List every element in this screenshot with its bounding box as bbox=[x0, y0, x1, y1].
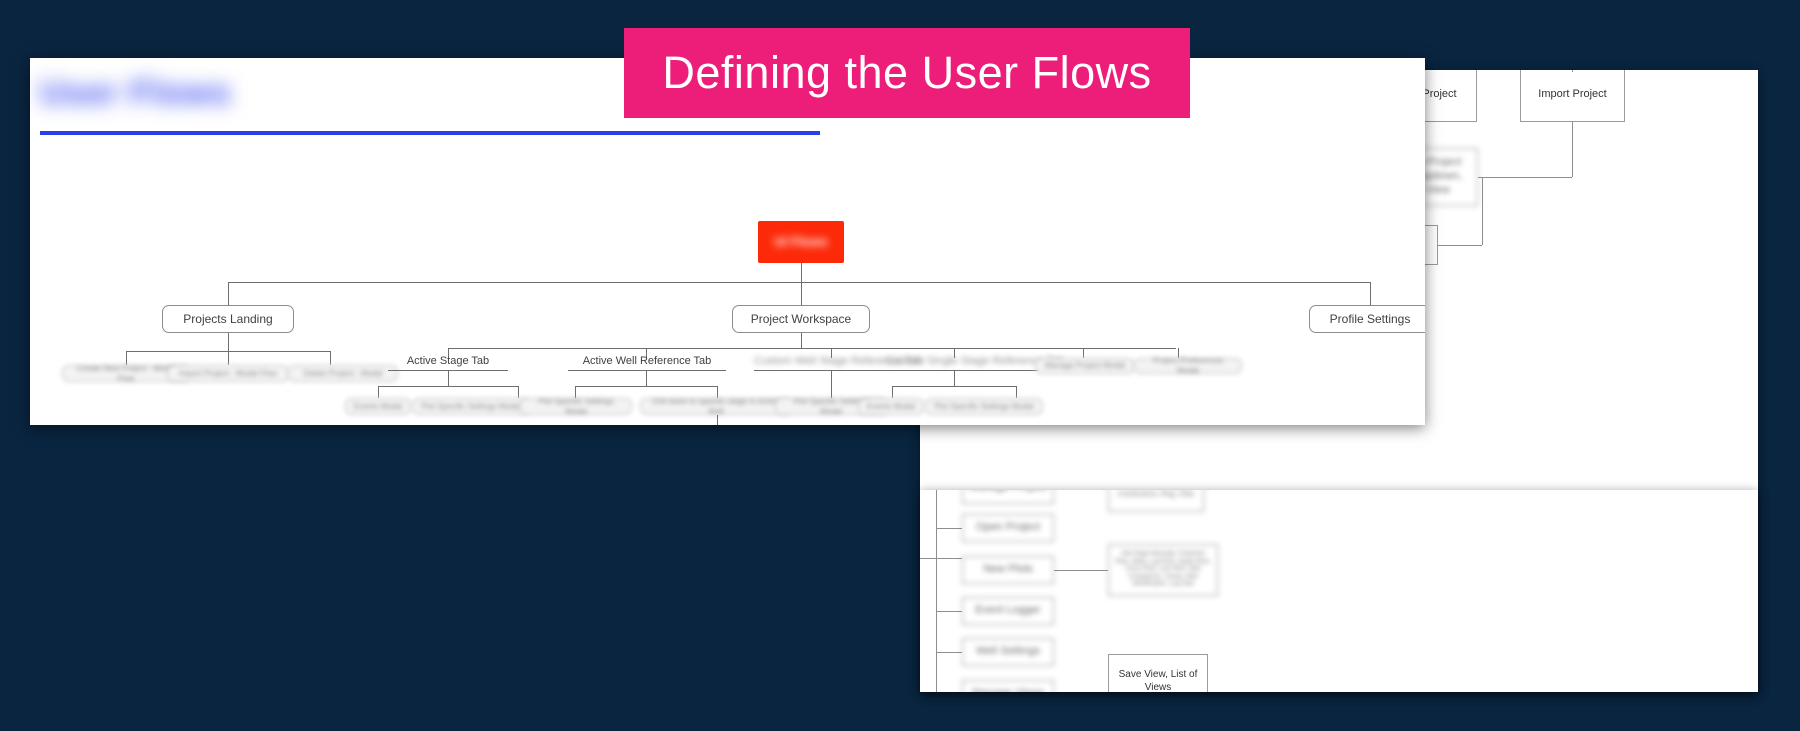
flow-connector bbox=[954, 370, 955, 386]
flow-tab-custom-well-stage-reference[interactable]: Custom Well Stage Reference Tab bbox=[754, 355, 922, 367]
bg-node-well-settings[interactable]: Well Settings bbox=[962, 638, 1054, 666]
bg-node-label: Save View, List of Views bbox=[1118, 669, 1198, 692]
bg-node-new-plots[interactable]: New Plots bbox=[962, 556, 1054, 584]
bg-node-open-project[interactable]: Open Project bbox=[962, 514, 1054, 542]
flow-connector bbox=[228, 282, 229, 305]
flow-node-projects-landing[interactable]: Projects Landing bbox=[162, 305, 294, 333]
document-heading: User Flows bbox=[40, 74, 232, 112]
flow-node-label: Events Modal bbox=[866, 401, 916, 411]
flow-connector bbox=[646, 370, 647, 386]
flow-node-label: Projects Landing bbox=[183, 311, 273, 326]
bg-connector bbox=[1478, 177, 1572, 178]
bg-node-label: Open Project bbox=[975, 521, 1041, 534]
flow-tab-active-well-reference[interactable]: Active Well Reference Tab bbox=[568, 355, 726, 367]
flow-connector bbox=[568, 370, 726, 371]
bg-node-manage-project[interactable]: Manage Project bbox=[962, 490, 1054, 504]
screenshot-stage: Open Project Import Project Select a Pro… bbox=[0, 0, 1800, 731]
flow-connector bbox=[228, 351, 229, 365]
bg-connector bbox=[1054, 570, 1108, 571]
bg-node-label: Login Name, Manage Connections, Plug, Un… bbox=[1117, 491, 1195, 498]
bg-connector bbox=[936, 490, 937, 692]
flow-node-label: Profile Settings bbox=[1329, 311, 1411, 326]
flow-connector bbox=[892, 386, 1016, 387]
flow-connector bbox=[228, 333, 229, 351]
flow-node-label: Project Preferences Modal bbox=[1152, 356, 1224, 375]
flow-connector bbox=[378, 386, 379, 398]
flow-node-plot-settings-modal-custom-single[interactable]: Plot Specific Settings Modal bbox=[925, 398, 1043, 415]
bg-node-save-view[interactable]: Save View, List of Views bbox=[1108, 654, 1208, 692]
flow-node-label: Import Project - Modal Flow bbox=[179, 368, 277, 378]
flow-connector bbox=[448, 348, 1176, 349]
flow-node-label: Events Modal bbox=[353, 401, 403, 411]
flow-connector bbox=[831, 370, 832, 398]
flow-connector bbox=[228, 282, 1370, 283]
flow-connector bbox=[892, 386, 893, 398]
slide-title-text: Defining the User Flows bbox=[662, 47, 1152, 98]
bg-node-label: New Plots bbox=[983, 563, 1033, 576]
flow-tab-label: Active Stage Tab bbox=[406, 355, 490, 367]
bg-connector bbox=[1482, 177, 1483, 245]
flow-node-label: Project Workspace bbox=[750, 311, 852, 326]
flow-tab-custom-single-stage-reference[interactable]: Custom Single Stage Reference Tab bbox=[886, 355, 1064, 367]
flow-node-manage-project-modal[interactable]: Manage Project Modal bbox=[1035, 358, 1135, 374]
flow-node-plot-settings-modal-stage[interactable]: Plot Specific Settings Modal bbox=[412, 398, 530, 415]
flow-connector bbox=[518, 386, 519, 398]
flow-node-plot-settings-modal-well[interactable]: Plot Specific Settings Modal bbox=[520, 396, 632, 416]
title-underline-rule bbox=[40, 131, 820, 135]
flow-node-label: Create New Project - Modal Flow bbox=[76, 363, 176, 383]
bg-connector bbox=[1572, 70, 1573, 72]
flow-node-delete-project[interactable]: Delete Project - Modal bbox=[288, 365, 398, 382]
flow-connector bbox=[886, 370, 1038, 371]
flow-node-drill-down-stage[interactable]: Drill down to specific stage in Active W… bbox=[640, 396, 792, 416]
flow-connector bbox=[126, 351, 127, 365]
flow-node-events-modal-custom-single[interactable]: Events Modal bbox=[858, 398, 924, 415]
flow-root-node[interactable]: UI Flows bbox=[758, 221, 844, 263]
flow-connector bbox=[801, 282, 802, 305]
flow-node-project-preferences-modal[interactable]: Project Preferences Modal bbox=[1134, 356, 1242, 375]
flow-connector bbox=[330, 351, 331, 365]
bg-node-login-info: Login Name, Manage Connections, Plug, Un… bbox=[1108, 490, 1204, 512]
bg-connector bbox=[1438, 245, 1482, 246]
flow-connector bbox=[801, 263, 802, 282]
flow-tab-label: Active Well Reference Tab bbox=[582, 355, 712, 367]
flow-root-label: UI Flows bbox=[774, 234, 828, 250]
bg-node-event-logger[interactable]: Event Logger bbox=[962, 597, 1054, 625]
flow-connector bbox=[1083, 348, 1084, 358]
flow-node-label: Delete Project - Modal bbox=[303, 368, 383, 378]
bg-connector bbox=[936, 611, 962, 612]
bg-node-label: Well Settings bbox=[976, 645, 1040, 658]
bg-connector bbox=[920, 558, 962, 559]
flow-connector bbox=[801, 333, 802, 348]
flow-node-import-project[interactable]: Import Project - Modal Flow bbox=[167, 365, 289, 382]
bg-connector bbox=[936, 652, 962, 653]
bg-connector bbox=[1572, 122, 1573, 177]
bg-node-label: Import Project bbox=[1538, 88, 1607, 101]
flow-node-profile-settings[interactable]: Profile Settings bbox=[1309, 305, 1425, 333]
background-diagram-bottom-right: Side Navigation Bar Manage Project Open … bbox=[920, 490, 1758, 692]
flow-connector bbox=[378, 386, 518, 387]
flow-connector bbox=[1370, 282, 1371, 305]
flow-connector bbox=[575, 386, 717, 387]
flow-connector bbox=[448, 370, 449, 386]
flow-node-events-modal-stage[interactable]: Events Modal bbox=[345, 398, 411, 415]
bg-node-manage-views[interactable]: Manage Views bbox=[962, 680, 1054, 692]
bg-node-label: Event Logger bbox=[975, 604, 1041, 617]
flow-node-label: Drill down to specific stage in Active W… bbox=[652, 396, 780, 416]
flow-tab-active-stage[interactable]: Active Stage Tab bbox=[388, 355, 508, 367]
flow-node-label: Plot Specific Settings Modal bbox=[538, 396, 614, 416]
flow-node-label: Plot Specific Settings Modal bbox=[421, 401, 521, 411]
flow-connector bbox=[1016, 386, 1017, 398]
flow-node-label: Manage Project Modal bbox=[1044, 361, 1126, 371]
bg-node-label: Manage Project bbox=[969, 490, 1046, 495]
flow-node-project-workspace[interactable]: Project Workspace bbox=[732, 305, 870, 333]
flow-connector bbox=[717, 415, 718, 425]
slide-title-banner: Defining the User Flows bbox=[624, 28, 1190, 118]
bg-node-plot-list: Add Stage Manually, Treatment Plots, Wel… bbox=[1108, 544, 1218, 596]
bg-connector bbox=[936, 528, 962, 529]
bg-node-import-project[interactable]: Import Project bbox=[1520, 70, 1625, 122]
flow-node-label: Plot Specific Settings Modal bbox=[934, 401, 1034, 411]
bg-node-label: Manage Views bbox=[972, 687, 1044, 692]
bg-node-label: Add Stage Manually, Treatment Plots, Wel… bbox=[1115, 551, 1211, 588]
